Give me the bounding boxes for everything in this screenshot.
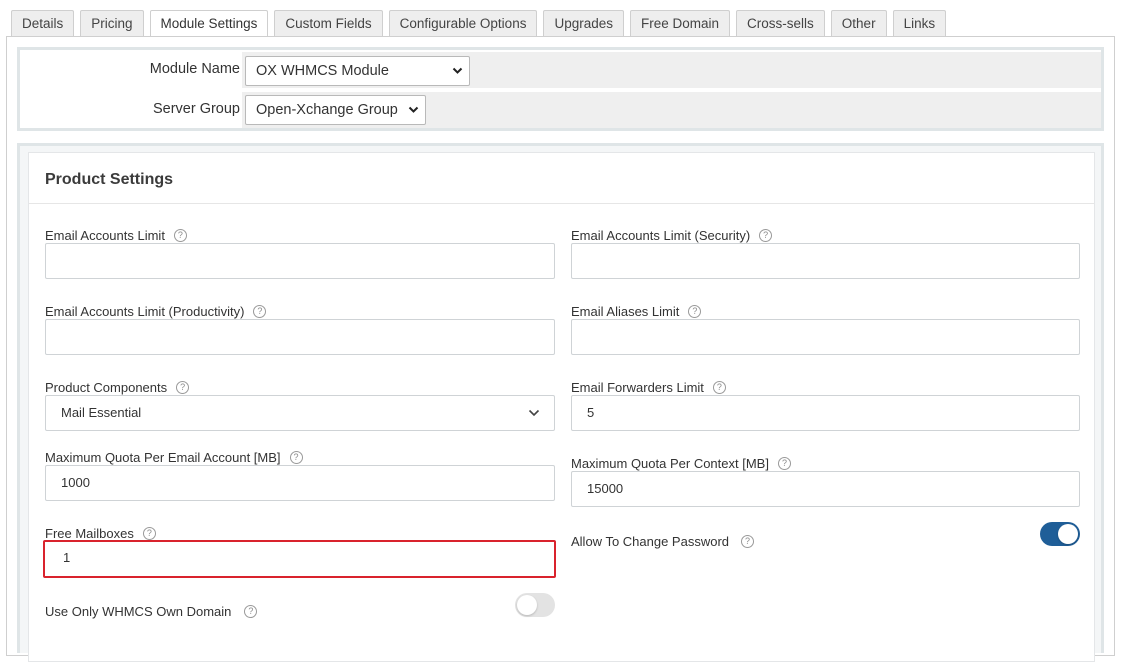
tab-free-domain[interactable]: Free Domain bbox=[630, 10, 731, 37]
server-group-label: Server Group bbox=[152, 101, 240, 117]
chevron-down-icon bbox=[408, 96, 419, 135]
email-forwarders-limit-input[interactable]: 5 bbox=[571, 395, 1080, 431]
product-components-value: Mail Essential bbox=[61, 405, 142, 420]
tab-bar: Details Pricing Module Settings Custom F… bbox=[11, 10, 952, 38]
email-forwarders-limit-label: Email Forwarders Limit ? bbox=[571, 380, 726, 395]
module-settings-box: Module Name OX WHMCS Module Server Group… bbox=[17, 47, 1104, 131]
tab-links[interactable]: Links bbox=[892, 10, 947, 37]
use-only-whmcs-domain-label: Use Only WHMCS Own Domain ? bbox=[45, 604, 258, 619]
module-name-row: Module Name OX WHMCS Module bbox=[20, 50, 1101, 88]
server-group-row: Server Group Open-Xchange Group bbox=[20, 90, 1101, 128]
free-mailboxes-label: Free Mailboxes ? bbox=[45, 526, 156, 541]
server-group-cell: Open-Xchange Group bbox=[242, 92, 1101, 128]
product-settings-title: Product Settings bbox=[45, 171, 174, 188]
help-icon[interactable]: ? bbox=[176, 381, 190, 394]
email-accounts-limit-label: Email Accounts Limit ? bbox=[45, 228, 187, 243]
server-group-select[interactable]: Open-Xchange Group bbox=[245, 95, 426, 125]
tab-custom-fields[interactable]: Custom Fields bbox=[274, 10, 383, 37]
help-icon[interactable]: ? bbox=[759, 229, 773, 242]
use-only-whmcs-domain-toggle[interactable] bbox=[515, 593, 555, 617]
tab-details[interactable]: Details bbox=[11, 10, 75, 37]
tab-pricing[interactable]: Pricing bbox=[80, 10, 144, 37]
help-icon[interactable]: ? bbox=[173, 229, 187, 242]
toggle-knob bbox=[517, 595, 537, 615]
free-mailboxes-input[interactable]: 1 bbox=[43, 540, 556, 578]
tab-cross-sells[interactable]: Cross-sells bbox=[736, 10, 825, 37]
allow-change-password-label: Allow To Change Password ? bbox=[571, 534, 755, 549]
module-name-cell: OX WHMCS Module bbox=[242, 52, 1101, 88]
tab-module-settings[interactable]: Module Settings bbox=[149, 10, 269, 38]
email-accounts-limit-input[interactable] bbox=[45, 243, 555, 279]
chevron-down-icon bbox=[528, 396, 540, 443]
module-name-select[interactable]: OX WHMCS Module bbox=[245, 56, 470, 86]
product-settings-panel: Product Settings Email Accounts Limit ? … bbox=[17, 143, 1104, 662]
module-name-label: Module Name bbox=[149, 61, 240, 77]
help-icon[interactable]: ? bbox=[253, 305, 267, 318]
help-icon[interactable]: ? bbox=[142, 527, 156, 540]
email-accounts-limit-productivity-label: Email Accounts Limit (Productivity) ? bbox=[45, 304, 267, 319]
help-icon[interactable]: ? bbox=[712, 381, 726, 394]
product-components-label: Product Components ? bbox=[45, 380, 190, 395]
help-icon[interactable]: ? bbox=[244, 605, 258, 618]
email-aliases-limit-input[interactable] bbox=[571, 319, 1080, 355]
email-accounts-limit-productivity-input[interactable] bbox=[45, 319, 555, 355]
help-icon[interactable]: ? bbox=[289, 451, 303, 464]
max-quota-per-account-label: Maximum Quota Per Email Account [MB] ? bbox=[45, 450, 303, 465]
max-quota-per-context-input[interactable]: 15000 bbox=[571, 471, 1080, 507]
tab-upgrades[interactable]: Upgrades bbox=[543, 10, 624, 37]
help-icon[interactable]: ? bbox=[741, 535, 755, 548]
divider bbox=[29, 203, 1094, 204]
toggle-knob bbox=[1058, 524, 1078, 544]
max-quota-per-account-input[interactable]: 1000 bbox=[45, 465, 555, 501]
help-icon[interactable]: ? bbox=[777, 457, 791, 470]
tab-configurable-options[interactable]: Configurable Options bbox=[388, 10, 538, 37]
product-settings-card: Product Settings Email Accounts Limit ? … bbox=[28, 152, 1095, 662]
allow-change-password-toggle[interactable] bbox=[1040, 522, 1080, 546]
max-quota-per-context-label: Maximum Quota Per Context [MB] ? bbox=[571, 456, 791, 471]
email-aliases-limit-label: Email Aliases Limit ? bbox=[571, 304, 702, 319]
help-icon[interactable]: ? bbox=[688, 305, 702, 318]
email-accounts-limit-security-label: Email Accounts Limit (Security) ? bbox=[571, 228, 773, 243]
email-accounts-limit-security-input[interactable] bbox=[571, 243, 1080, 279]
tab-other[interactable]: Other bbox=[830, 10, 887, 37]
product-components-select[interactable]: Mail Essential bbox=[45, 395, 555, 431]
module-name-value: OX WHMCS Module bbox=[256, 63, 389, 79]
server-group-value: Open-Xchange Group bbox=[256, 102, 398, 118]
